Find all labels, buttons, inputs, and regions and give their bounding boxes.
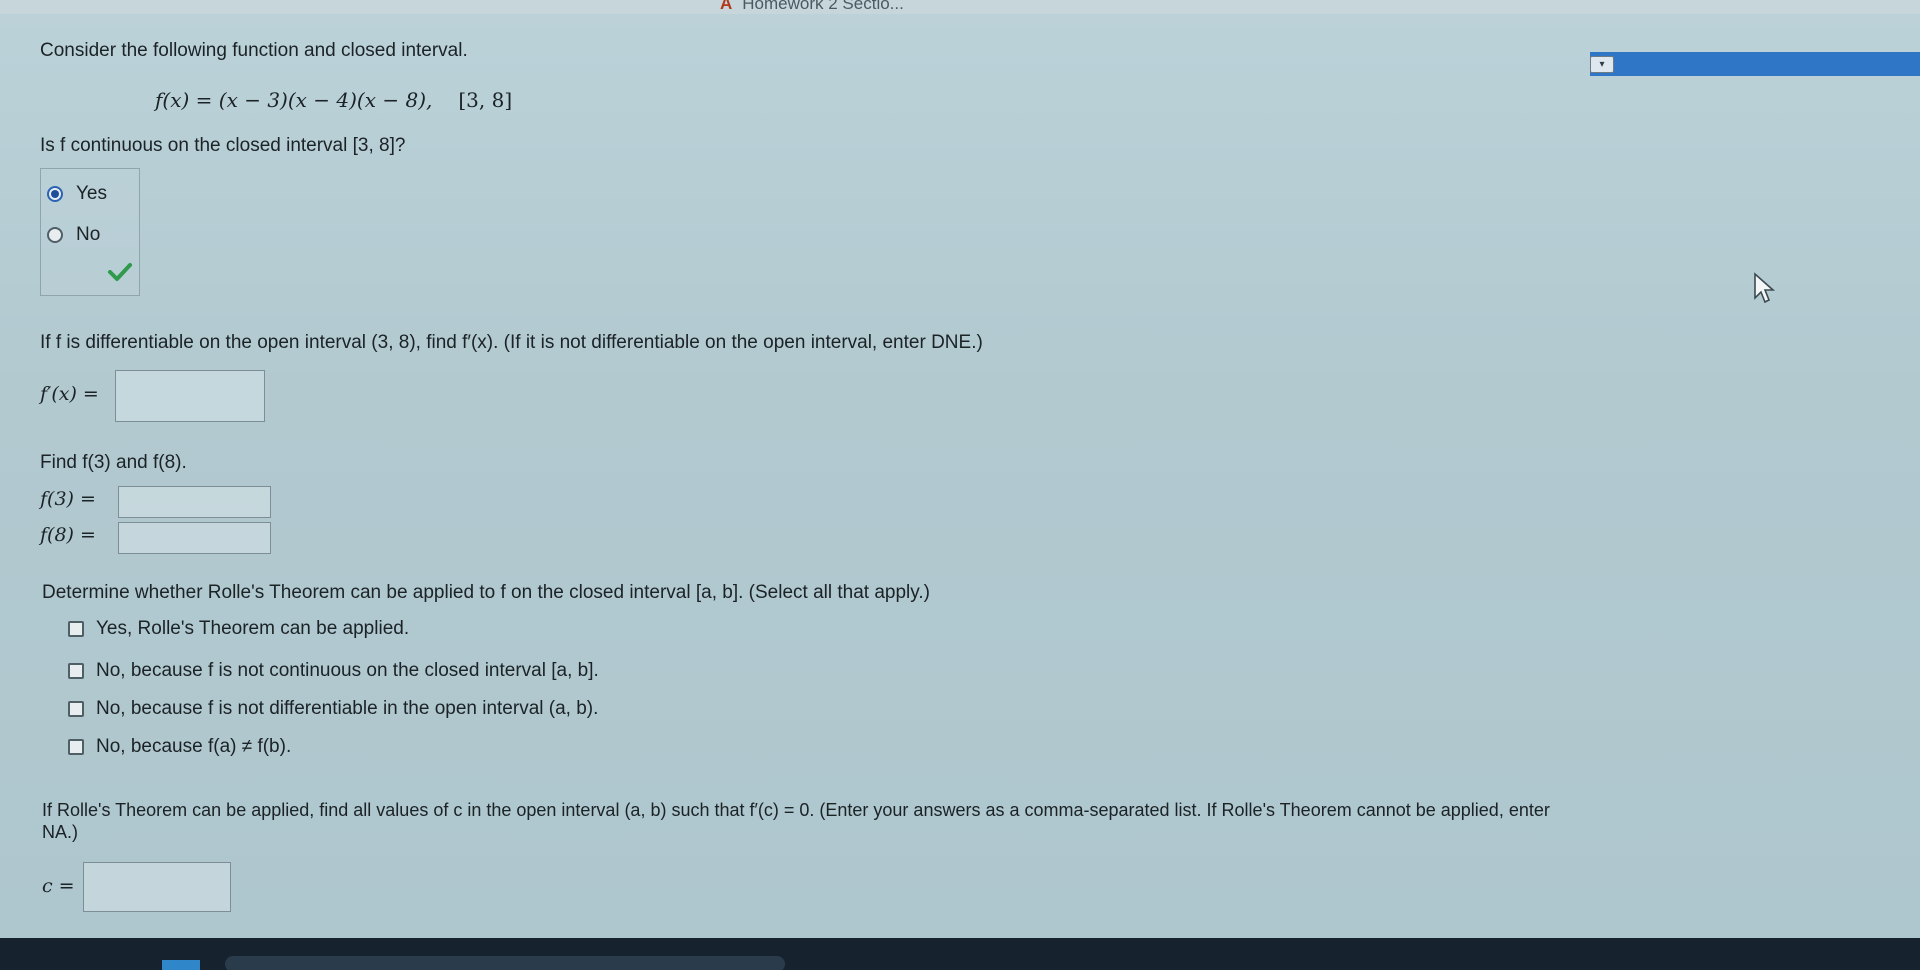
dropdown-toggle-icon[interactable]: ▾	[1590, 56, 1614, 73]
rolle-unequal-endpoints-label: No, because f(a) ≠ f(b).	[96, 736, 292, 757]
rolle-yes-label: Yes, Rolle's Theorem can be applied.	[96, 618, 410, 639]
c-label: c =	[42, 875, 75, 897]
derivative-question: If f is differentiable on the open inter…	[40, 332, 983, 353]
rolle-option-not-differentiable[interactable]: No, because f is not differentiable in t…	[68, 698, 598, 720]
continuity-answer-group: Yes No	[40, 168, 140, 296]
f3-input[interactable]	[118, 486, 271, 518]
rolle-not-continuous-checkbox[interactable]	[68, 663, 84, 679]
interval-text: [3, 8]	[458, 88, 513, 112]
rolle-unequal-endpoints-checkbox[interactable]	[68, 739, 84, 755]
assignment-toolbar: ▾	[1590, 52, 1920, 76]
radio-yes-label: Yes	[76, 183, 107, 204]
browser-tab[interactable]: A Homework 2 Sectio...	[720, 0, 904, 14]
rolle-yes-checkbox[interactable]	[68, 621, 84, 637]
taskbar	[0, 938, 1920, 970]
derivative-input[interactable]	[115, 370, 265, 422]
c-values-question: If Rolle's Theorem can be applied, find …	[42, 800, 1550, 820]
derivative-label: f′(x) =	[40, 383, 99, 405]
function-definition: f(x) = (x − 3)(x − 4)(x − 8), [3, 8]	[155, 88, 512, 112]
f8-input[interactable]	[118, 522, 271, 554]
radio-option-yes[interactable]: Yes	[47, 183, 107, 205]
function-expression: f(x) = (x − 3)(x − 4)(x − 8),	[155, 88, 433, 112]
radio-no-label: No	[76, 224, 101, 245]
rolle-not-differentiable-checkbox[interactable]	[68, 701, 84, 717]
rolle-option-yes[interactable]: Yes, Rolle's Theorem can be applied.	[68, 618, 409, 640]
browser-tab-strip: A Homework 2 Sectio...	[0, 0, 1920, 14]
rolle-option-unequal-endpoints[interactable]: No, because f(a) ≠ f(b).	[68, 736, 291, 758]
f8-label: f(8) =	[40, 524, 96, 546]
rolle-question: Determine whether Rolle's Theorem can be…	[42, 582, 930, 603]
radio-no[interactable]	[47, 227, 63, 243]
radio-option-no[interactable]: No	[47, 224, 100, 246]
taskbar-app-icon[interactable]	[162, 960, 200, 970]
c-values-question-cont: NA.)	[42, 822, 78, 842]
continuity-question: Is f continuous on the closed interval […	[40, 135, 406, 156]
radio-yes-selected[interactable]	[47, 186, 63, 202]
rolle-not-differentiable-label: No, because f is not differentiable in t…	[96, 698, 599, 719]
c-values-input[interactable]	[83, 862, 231, 912]
mouse-cursor-icon	[1754, 272, 1776, 304]
intro-text: Consider the following function and clos…	[40, 40, 468, 61]
values-question: Find f(3) and f(8).	[40, 452, 187, 473]
correct-check-icon	[108, 263, 132, 281]
homework-page: A Homework 2 Sectio... ▾ Consider the fol…	[0, 0, 1920, 970]
f3-label: f(3) =	[40, 488, 96, 510]
rolle-not-continuous-label: No, because f is not continuous on the c…	[96, 660, 599, 681]
tab-icon: A	[720, 0, 733, 13]
tab-title: Homework 2 Sectio...	[742, 0, 904, 13]
rolle-option-not-continuous[interactable]: No, because f is not continuous on the c…	[68, 660, 599, 682]
taskbar-search[interactable]	[225, 956, 785, 970]
